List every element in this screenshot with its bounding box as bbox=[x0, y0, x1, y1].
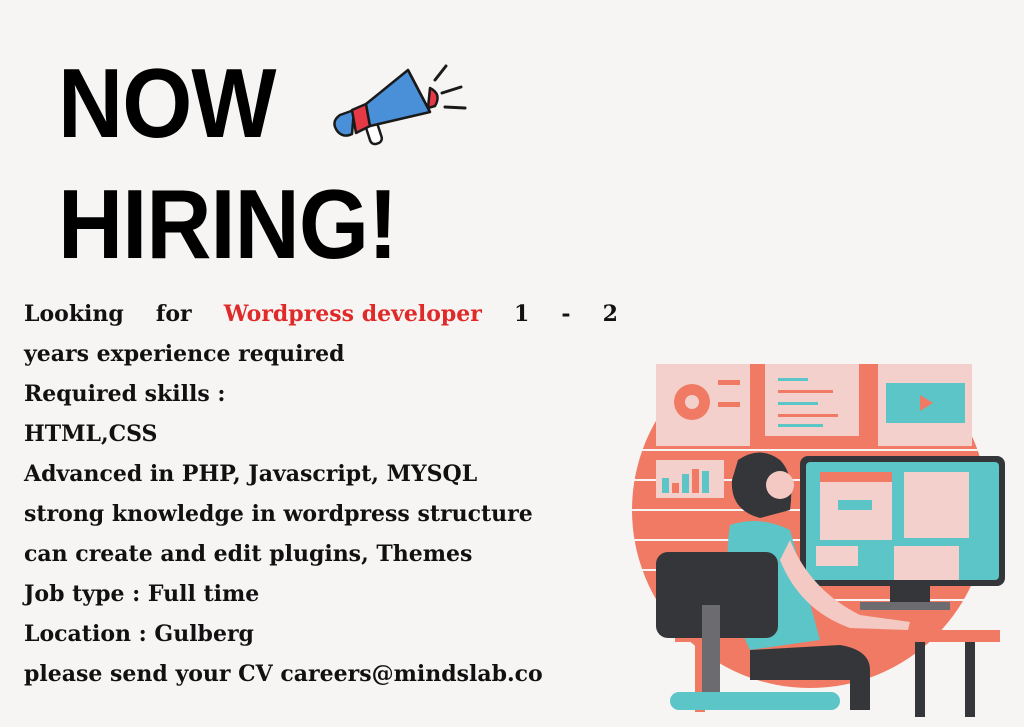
job-title-highlight: Wordpress developer bbox=[223, 301, 482, 327]
contact-line: please send your CV careers@mindslab.co bbox=[24, 661, 543, 687]
megaphone-icon bbox=[333, 64, 467, 146]
intro-line: Looking for Wordpress developer 1 - 2 bbox=[24, 294, 618, 334]
skill-line: Advanced in PHP, Javascript, MYSQL bbox=[24, 461, 478, 487]
skill-line: strong knowledge in wordpress structure bbox=[24, 501, 533, 527]
chart-panel bbox=[656, 460, 724, 498]
skill-line: can create and edit plugins, Themes bbox=[24, 541, 473, 567]
intro-word: Looking bbox=[24, 301, 124, 327]
skill-line: HTML,CSS bbox=[24, 421, 158, 447]
headline-hiring: HIRING! bbox=[58, 169, 398, 279]
developer-at-computer-illustration bbox=[620, 350, 1024, 717]
intro-word: 1 bbox=[513, 301, 530, 327]
intro-word: 2 bbox=[602, 301, 618, 327]
video-panel bbox=[878, 364, 972, 446]
job-type: Job type : Full time bbox=[24, 581, 260, 607]
experience-line: years experience required bbox=[24, 341, 345, 367]
intro-word: - bbox=[561, 301, 571, 327]
location: Location : Gulberg bbox=[24, 621, 254, 647]
code-panel bbox=[765, 364, 859, 436]
skills-heading: Required skills : bbox=[24, 381, 226, 407]
job-description: Looking for Wordpress developer 1 - 2 ye… bbox=[24, 294, 624, 694]
intro-word: for bbox=[155, 301, 192, 327]
settings-panel bbox=[656, 364, 750, 446]
headline-now: NOW bbox=[58, 48, 276, 158]
